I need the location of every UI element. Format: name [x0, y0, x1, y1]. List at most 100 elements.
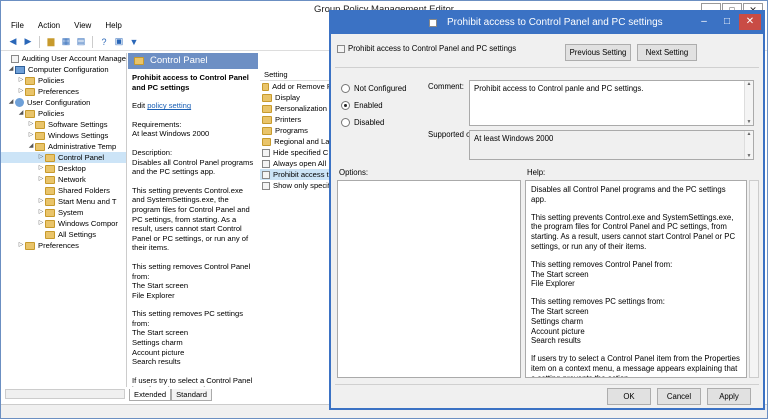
- list-item[interactable]: Hide specified C: [260, 147, 332, 158]
- dialog-window-buttons: – □ ✕: [693, 14, 761, 30]
- tree-node[interactable]: ▷ Software Settings: [1, 119, 126, 130]
- column-header-setting[interactable]: Setting: [260, 69, 332, 81]
- computer-icon: [15, 65, 25, 74]
- menu-view[interactable]: View: [74, 19, 91, 33]
- tree-node[interactable]: ▷ Desktop: [1, 163, 126, 174]
- supported-on-field: At least Windows 2000 ▲ ▼: [469, 130, 754, 160]
- menu-help[interactable]: Help: [105, 19, 121, 33]
- tree-horizontal-scrollbar[interactable]: [5, 389, 125, 399]
- radio-circle[interactable]: [341, 118, 350, 127]
- help-paragraph: If users try to select a Control Panel i…: [531, 354, 740, 377]
- toolbar-separator: [39, 35, 40, 48]
- list-item[interactable]: Show only specif: [260, 180, 332, 191]
- radio-disabled[interactable]: Disabled: [341, 118, 384, 127]
- list-item[interactable]: Printers: [260, 114, 332, 125]
- ok-button[interactable]: OK: [607, 388, 651, 405]
- tree-node[interactable]: ▷ System: [1, 207, 126, 218]
- menu-action[interactable]: Action: [38, 19, 60, 33]
- comment-scrollbar[interactable]: ▲ ▼: [744, 81, 753, 125]
- tree-node[interactable]: ▷ Start Menu and T: [1, 196, 126, 207]
- policy-icon: [429, 19, 437, 27]
- expand-arrow-icon[interactable]: ▷: [27, 119, 35, 130]
- help-paragraph: Disables all Control Panel programs and …: [531, 185, 726, 204]
- tab-extended[interactable]: Extended: [129, 389, 172, 401]
- list-item[interactable]: Always open All: [260, 158, 332, 169]
- toolbar-separator: [92, 35, 93, 48]
- next-setting-button[interactable]: Next Setting: [637, 44, 697, 61]
- list-item[interactable]: Regional and Lar: [260, 136, 332, 147]
- comment-textarea[interactable]: Prohibit access to Control panle and PC …: [469, 80, 754, 126]
- expand-arrow-icon[interactable]: ▷: [37, 207, 45, 218]
- tree-node-selected[interactable]: ▷ Control Panel: [1, 152, 126, 163]
- tree-node[interactable]: ▷ Windows Settings: [1, 130, 126, 141]
- settings-list: Setting Add or Remove P Display Personal…: [260, 69, 332, 387]
- tab-standard[interactable]: Standard: [171, 389, 212, 401]
- edit-policy-link[interactable]: policy setting: [147, 101, 191, 110]
- expand-arrow-icon[interactable]: ▷: [37, 174, 45, 185]
- filter-icon[interactable]: ▼: [128, 36, 140, 48]
- back-arrow-icon[interactable]: ◀: [7, 36, 19, 48]
- tree-node[interactable]: Shared Folders: [1, 185, 126, 196]
- tree-node[interactable]: ▷ Preferences: [1, 240, 126, 251]
- previous-setting-button[interactable]: Previous Setting: [565, 44, 631, 61]
- collapse-arrow-icon[interactable]: ◢: [17, 108, 25, 119]
- forward-arrow-icon[interactable]: ▶: [22, 36, 34, 48]
- user-icon: [15, 98, 24, 107]
- list-item[interactable]: Personalization: [260, 103, 332, 114]
- radio-enabled[interactable]: Enabled: [341, 101, 383, 110]
- tree-node[interactable]: ▷ Network: [1, 174, 126, 185]
- folder-icon: [45, 175, 55, 184]
- expand-arrow-icon[interactable]: ▷: [17, 240, 25, 251]
- tree-node[interactable]: ▷ Windows Compor: [1, 218, 126, 229]
- radio-not-configured[interactable]: Not Configured: [341, 84, 406, 93]
- export-list-icon[interactable]: ▤: [75, 36, 87, 48]
- expand-arrow-icon[interactable]: ▷: [17, 86, 25, 97]
- policy-doc-icon: [10, 54, 19, 63]
- minimize-icon[interactable]: –: [693, 14, 715, 30]
- tree-node[interactable]: ▷ Preferences: [1, 86, 126, 97]
- tree-node[interactable]: ◢ Policies: [1, 108, 126, 119]
- expand-arrow-icon[interactable]: ▷: [37, 196, 45, 207]
- maximize-icon[interactable]: □: [716, 14, 738, 30]
- cancel-button[interactable]: Cancel: [657, 388, 701, 405]
- expand-arrow-icon[interactable]: ▷: [27, 130, 35, 141]
- apply-button[interactable]: Apply: [707, 388, 751, 405]
- description-paragraph: This setting removes Control Panel from:…: [132, 261, 251, 300]
- supported-scrollbar[interactable]: ▲ ▼: [744, 131, 753, 159]
- tree-node[interactable]: All Settings: [1, 229, 126, 240]
- folder-icon: [45, 186, 55, 195]
- pane-header: Control Panel: [128, 53, 258, 69]
- list-item-selected[interactable]: Prohibit access t: [260, 169, 332, 180]
- radio-circle[interactable]: [341, 84, 350, 93]
- description: Description: Disables all Control Panel p…: [132, 147, 254, 177]
- menu-file[interactable]: File: [11, 19, 24, 33]
- show-hide-tree-icon[interactable]: ▦: [60, 36, 72, 48]
- radio-circle-checked[interactable]: [341, 101, 350, 110]
- collapse-arrow-icon[interactable]: ◢: [7, 64, 15, 75]
- expand-arrow-icon[interactable]: ▷: [17, 75, 25, 86]
- view-tabs: Extended Standard: [129, 389, 212, 401]
- tree-node[interactable]: ◢ Administrative Temp: [1, 141, 126, 152]
- list-item[interactable]: Programs: [260, 125, 332, 136]
- expand-arrow-icon[interactable]: ▷: [37, 218, 45, 229]
- help-scrollbar[interactable]: [749, 180, 759, 378]
- folder-up-icon[interactable]: ▆: [45, 36, 57, 48]
- expand-arrow-icon[interactable]: ▷: [37, 163, 45, 174]
- folder-icon: [35, 142, 45, 151]
- tree-node[interactable]: ◢ User Configuration: [1, 97, 126, 108]
- list-item[interactable]: Add or Remove P: [260, 81, 332, 92]
- help-icon[interactable]: ?: [98, 36, 110, 48]
- dialog-titlebar: Prohibit access to Control Panel and PC …: [331, 12, 763, 34]
- pane-header-title: Control Panel: [150, 55, 208, 66]
- tree-node[interactable]: ▷ Policies: [1, 75, 126, 86]
- expand-arrow-icon[interactable]: ▷: [37, 152, 45, 163]
- properties-icon[interactable]: ▣: [113, 36, 125, 48]
- list-item[interactable]: Display: [260, 92, 332, 103]
- requirements: Requirements: At least Windows 2000: [132, 119, 210, 139]
- tree-node[interactable]: Auditing User Account Manage: [1, 53, 126, 64]
- collapse-arrow-icon[interactable]: ◢: [7, 97, 15, 108]
- close-icon[interactable]: ✕: [739, 14, 761, 30]
- help-panel: Disables all Control Panel programs and …: [525, 180, 747, 378]
- collapse-arrow-icon[interactable]: ◢: [27, 141, 35, 152]
- tree-node[interactable]: ◢ Computer Configuration: [1, 64, 126, 75]
